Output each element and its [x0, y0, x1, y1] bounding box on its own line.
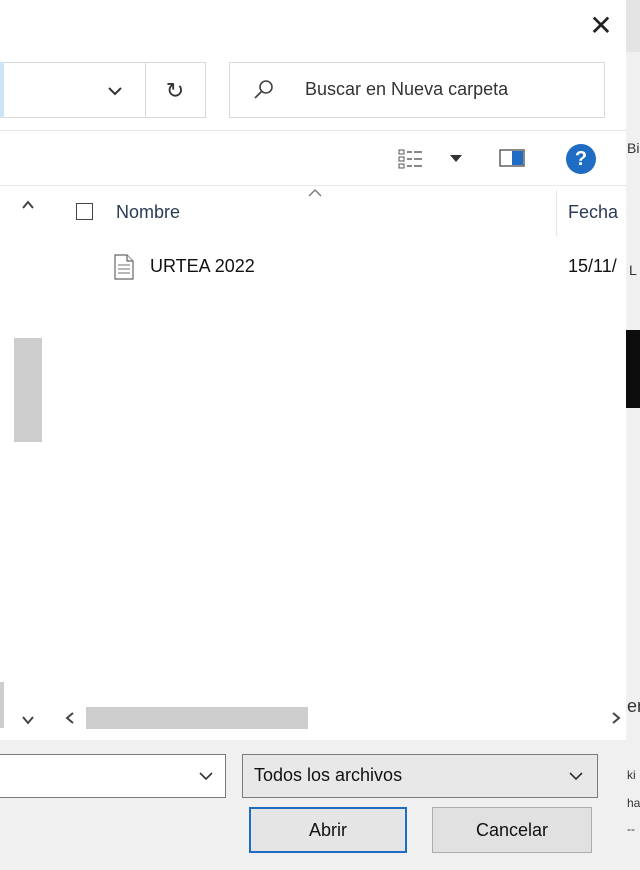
- open-button[interactable]: Abrir: [249, 807, 407, 853]
- close-button[interactable]: ✕: [583, 8, 619, 44]
- background-text: --: [627, 822, 635, 836]
- column-header-name[interactable]: Nombre: [116, 202, 180, 223]
- toolbar: [0, 130, 626, 186]
- scroll-left-icon[interactable]: [60, 708, 80, 728]
- address-bar-selection: [0, 62, 4, 118]
- sort-ascending-icon: [308, 189, 322, 197]
- refresh-icon: ↻: [165, 78, 185, 103]
- file-name[interactable]: URTEA 2022: [150, 256, 255, 277]
- details-view-icon[interactable]: [398, 148, 424, 170]
- background-text: ki: [627, 768, 636, 782]
- background-text: Bi: [627, 140, 640, 156]
- background-window-strip: Bi L en ki ha --: [626, 0, 640, 870]
- scroll-right-icon[interactable]: [606, 708, 626, 728]
- address-separator: [145, 62, 146, 118]
- column-separator[interactable]: [556, 190, 557, 236]
- navigation-scrollbar-thumb[interactable]: [14, 338, 42, 442]
- navigation-scrollbar-edge: [0, 682, 4, 728]
- chevron-down-icon: [108, 87, 122, 96]
- horizontal-scrollbar-thumb[interactable]: [86, 707, 308, 729]
- scroll-down-icon[interactable]: [18, 710, 38, 730]
- address-dropdown-button[interactable]: [100, 76, 130, 106]
- cancel-button[interactable]: Cancelar: [432, 807, 592, 853]
- search-icon: [254, 80, 273, 99]
- background-text: en: [627, 696, 640, 716]
- scroll-up-icon[interactable]: [18, 195, 38, 215]
- close-icon: ✕: [589, 10, 613, 41]
- file-name-field[interactable]: [0, 754, 226, 798]
- help-icon: ?: [574, 147, 588, 170]
- file-type-selected: Todos los archivos: [254, 765, 403, 785]
- chevron-down-icon[interactable]: [196, 766, 216, 786]
- search-placeholder: Buscar en Nueva carpeta: [305, 79, 509, 99]
- background-text: L: [629, 262, 637, 278]
- background-text: ha: [627, 796, 640, 810]
- text-file-icon: [114, 254, 134, 280]
- caret-down-icon[interactable]: [448, 150, 464, 166]
- background-window-titlebar: [626, 0, 640, 52]
- select-all-checkbox[interactable]: [76, 203, 93, 220]
- refresh-button[interactable]: ↻: [158, 74, 192, 108]
- help-button[interactable]: ?: [566, 144, 596, 174]
- navigation-pane: [0, 188, 44, 736]
- column-header-date[interactable]: Fecha: [568, 202, 618, 223]
- file-date: 15/11/: [568, 256, 617, 276]
- preview-pane-icon[interactable]: [498, 146, 526, 170]
- background-window-dark-block: [626, 330, 640, 408]
- chevron-down-icon[interactable]: [566, 766, 586, 786]
